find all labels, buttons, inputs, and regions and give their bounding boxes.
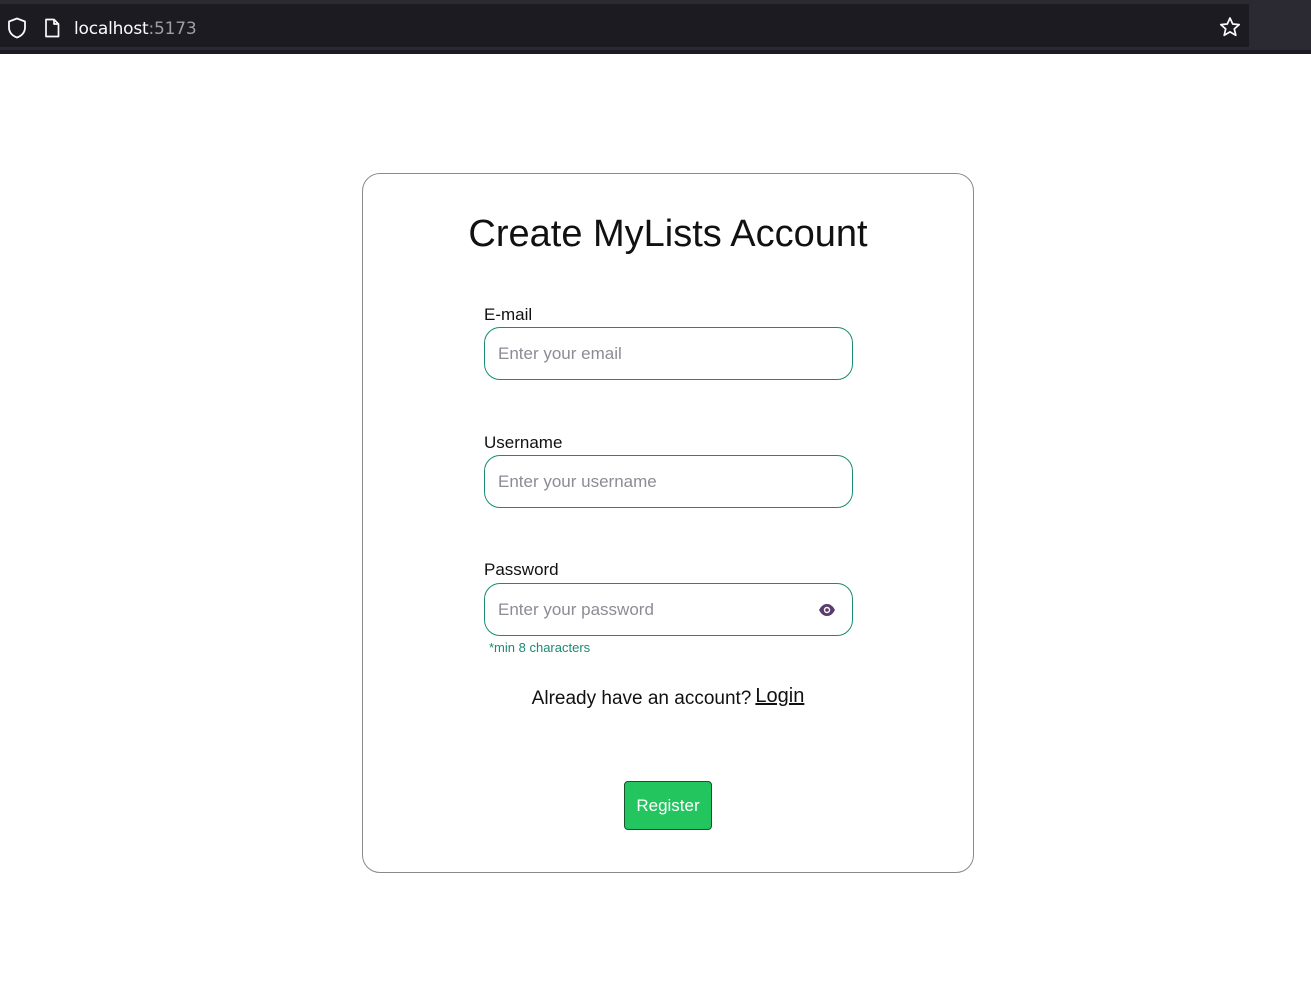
page-icon[interactable]: [42, 16, 62, 40]
toolbar-extension-area: [1249, 4, 1311, 50]
star-icon[interactable]: [1218, 15, 1242, 39]
login-prompt-row: Already have an account? Login: [363, 684, 973, 711]
url-text[interactable]: localhost:5173: [74, 19, 197, 39]
toolbar-divider: [0, 47, 1311, 50]
password-label: Password: [484, 560, 559, 579]
login-prompt-text: Already have an account?: [531, 688, 752, 709]
password-hint: *min 8 characters: [489, 640, 591, 655]
email-label: E-mail: [484, 305, 533, 324]
url-host: localhost: [74, 19, 149, 39]
username-label: Username: [484, 433, 563, 452]
password-field-box[interactable]: [484, 583, 853, 636]
username-field[interactable]: [498, 471, 839, 492]
login-link[interactable]: Login: [755, 684, 804, 708]
email-field-box[interactable]: [484, 327, 853, 380]
url-port: :5173: [148, 19, 197, 39]
register-card: Create MyLists Account E-mail Username P…: [362, 173, 974, 873]
eye-icon[interactable]: [818, 602, 836, 618]
password-field[interactable]: [498, 599, 839, 620]
username-field-box[interactable]: [484, 455, 853, 508]
page-title: Create MyLists Account: [468, 213, 868, 255]
email-field[interactable]: [498, 343, 839, 364]
register-button[interactable]: Register: [624, 781, 712, 830]
shield-icon[interactable]: [6, 16, 28, 40]
